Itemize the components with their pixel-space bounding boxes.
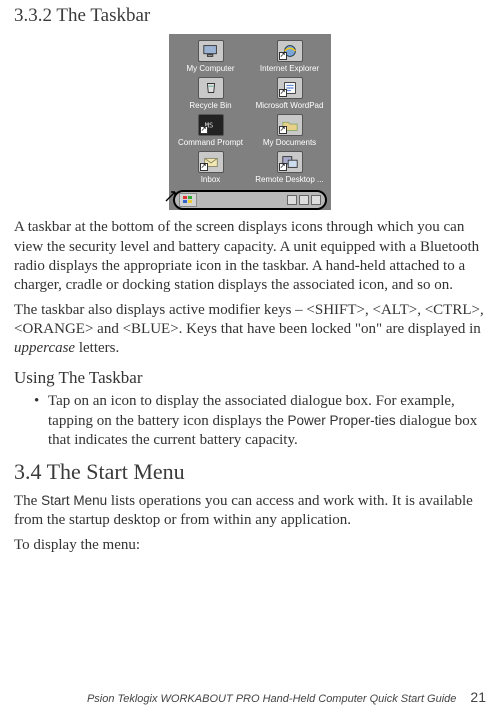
ie-icon: ↗	[277, 40, 303, 62]
inbox-icon: ↗	[198, 151, 224, 173]
icon-my-documents: ↗ My Documents	[252, 114, 327, 149]
wince-desktop: My Computer ↗ Internet Explorer Recycle …	[169, 34, 331, 210]
cmd-icon: MS ↗	[198, 114, 224, 136]
list-item: Tap on an icon to display the associated…	[34, 392, 486, 450]
page-number: 21	[470, 689, 486, 707]
icon-label: Internet Explorer	[260, 64, 319, 73]
desktop-icon-grid: My Computer ↗ Internet Explorer Recycle …	[173, 40, 327, 186]
ui-term: Power Proper-ties	[288, 413, 396, 428]
section-332-heading: 3.3.2 The Taskbar	[14, 4, 486, 28]
folder-icon: ↗	[277, 114, 303, 136]
ui-term: Start Menu	[41, 493, 107, 508]
tray-icon	[287, 195, 297, 205]
text-italic: uppercase	[14, 340, 75, 356]
taskbar	[173, 190, 327, 210]
para-start-menu-intro: The Start Menu lists operations you can …	[14, 492, 486, 530]
para-taskbar-intro: A taskbar at the bottom of the screen di…	[14, 218, 486, 295]
icon-label: Inbox	[201, 175, 221, 184]
text: The taskbar also displays active modifie…	[14, 302, 484, 337]
icon-command-prompt: MS ↗ Command Prompt	[173, 114, 248, 149]
icon-label: Recycle Bin	[189, 101, 231, 110]
icon-label: My Computer	[186, 64, 234, 73]
icon-wordpad: ↗ Microsoft WordPad	[252, 77, 327, 112]
start-button-icon	[179, 193, 197, 207]
taskbar-screenshot: My Computer ↗ Internet Explorer Recycle …	[14, 34, 486, 210]
tray-icon	[311, 195, 321, 205]
rdp-icon: ↗	[277, 151, 303, 173]
shortcut-arrow-icon: ↗	[279, 163, 287, 171]
icon-label: Microsoft WordPad	[256, 101, 324, 110]
shortcut-arrow-icon: ↗	[200, 163, 208, 171]
recycle-icon	[198, 77, 224, 99]
footer-title: Psion Teklogix WORKABOUT PRO Hand-Held C…	[87, 692, 456, 706]
icon-inbox: ↗ Inbox	[173, 151, 248, 186]
shortcut-arrow-icon: ↗	[279, 126, 287, 134]
callout-arrow-icon	[165, 188, 179, 202]
computer-icon	[198, 40, 224, 62]
using-taskbar-list: Tap on an icon to display the associated…	[14, 392, 486, 450]
shortcut-arrow-icon: ↗	[200, 126, 208, 134]
section-34-heading: 3.4 The Start Menu	[14, 458, 486, 486]
text: The	[14, 493, 41, 509]
icon-label: Command Prompt	[178, 138, 243, 147]
icon-remote-desktop: ↗ Remote Desktop ...	[252, 151, 327, 186]
tray-icon	[299, 195, 309, 205]
wordpad-icon: ↗	[277, 77, 303, 99]
icon-recycle-bin: Recycle Bin	[173, 77, 248, 112]
icon-internet-explorer: ↗ Internet Explorer	[252, 40, 327, 75]
para-display-menu: To display the menu:	[14, 536, 486, 555]
icon-my-computer: My Computer	[173, 40, 248, 75]
shortcut-arrow-icon: ↗	[279, 89, 287, 97]
shortcut-arrow-icon: ↗	[279, 52, 287, 60]
system-tray	[287, 195, 321, 205]
page-footer: Psion Teklogix WORKABOUT PRO Hand-Held C…	[14, 689, 486, 707]
using-taskbar-heading: Using The Taskbar	[14, 367, 486, 389]
icon-label: Remote Desktop ...	[255, 175, 323, 184]
text: letters.	[75, 340, 119, 356]
para-modifier-keys: The taskbar also displays active modifie…	[14, 301, 486, 359]
icon-label: My Documents	[263, 138, 316, 147]
